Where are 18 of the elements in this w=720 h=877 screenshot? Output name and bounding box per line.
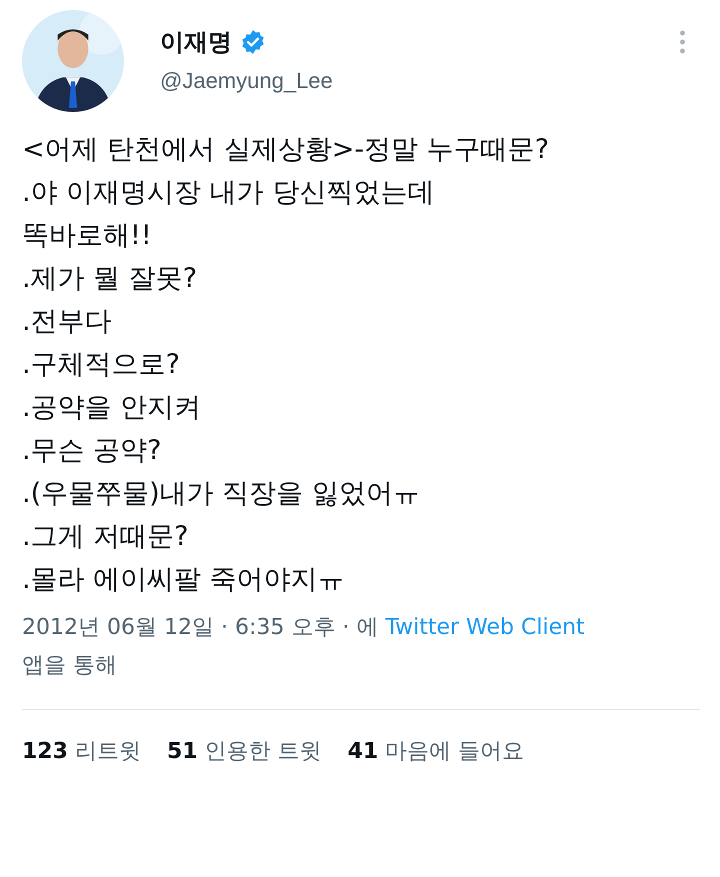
engagement-stat[interactable]: 123 리트윗	[22, 736, 141, 766]
author-name[interactable]: 이재명	[160, 26, 232, 58]
tweet-text-line: .그게 저때문?	[22, 520, 190, 554]
tweet-text-line: .(우물쭈물)내가 직장을 잃었어ㅠ	[22, 477, 421, 511]
tweet-text-line: .전부다	[22, 305, 113, 339]
tweet-text-line: <어제 탄천에서 실제상황>-정말 누구때문?	[22, 133, 550, 167]
tweet-text-line: 똑바로해!!	[22, 219, 153, 253]
tweet-text-line: .제가 뭘 잘못?	[22, 262, 198, 296]
engagement-stat[interactable]: 41 마음에 들어요	[348, 736, 524, 766]
tweet-text-line: .공약을 안지켜	[22, 391, 202, 425]
tweet-text-line: .몰라 에이씨팔 죽어야지ㅠ	[22, 563, 346, 597]
tweet-text-line: .야 이재명시장 내가 당신찍었는데	[22, 176, 436, 210]
tweet-metadata: 2012년 06월 12일 · 6:35 오후 · 에 Twitter Web Client 앱을 통해	[22, 614, 586, 680]
more-options-icon[interactable]	[679, 30, 686, 54]
engagement-stat[interactable]: 51 인용한 트윗	[166, 736, 322, 766]
tweet-text-line: .무슨 공약?	[22, 434, 162, 468]
tweet-text-line: .구체적으로?	[22, 348, 181, 382]
author-handle[interactable]: @Jaemyung_Lee	[160, 68, 679, 94]
